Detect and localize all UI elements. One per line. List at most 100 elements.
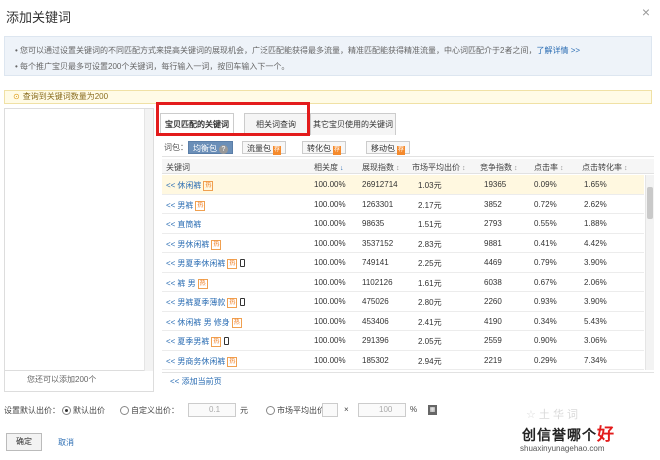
package-conversion[interactable]: 转化包荐 [302, 141, 347, 155]
keyword-cell[interactable]: << 休闲裤热 [166, 180, 214, 191]
tab-other-items-keywords[interactable]: 其它宝贝使用的关键词 [310, 113, 396, 135]
highlight-annotation [156, 102, 310, 136]
cell-bid: 2.17元 [418, 200, 442, 210]
keyword-cell[interactable]: << 男裤热 [166, 200, 206, 211]
cell-ctr: 0.29% [534, 355, 557, 365]
watermark-title: 创信誉哪个好 [522, 420, 615, 445]
package-mobile[interactable]: 移动包荐 [366, 141, 411, 155]
watermark-title-b: 好 [597, 425, 615, 445]
recommend-badge: 荐 [333, 146, 342, 155]
cell-imp: 475026 [362, 297, 389, 306]
cell-rel: 100.00% [314, 199, 346, 209]
cell-bid: 2.94元 [418, 356, 442, 366]
keyword-textarea[interactable] [5, 109, 153, 371]
hot-badge: 热 [231, 317, 242, 328]
yuan-unit: 元 [240, 406, 248, 415]
sort-icon[interactable]: ↕ [624, 165, 628, 172]
cell-ctr: 0.72% [534, 199, 557, 209]
add-keyword-icon[interactable]: << [166, 240, 175, 249]
market-bid-dropdown[interactable] [322, 403, 338, 417]
table-row[interactable]: << 男夏季休闲裤热 100.00% 749141 2.25元 4469 0.79% 3.90… [162, 253, 644, 273]
add-keyword-icon[interactable]: << [166, 337, 175, 346]
col-relevance-label: 相关度 [314, 163, 338, 172]
sort-icon[interactable]: ↕ [396, 165, 400, 172]
custom-bid-input[interactable]: 0.1 [188, 403, 236, 417]
cell-imp: 98635 [362, 219, 385, 228]
learn-more-link[interactable]: 了解详情 >> [536, 46, 580, 55]
sort-icon[interactable]: ↕ [462, 165, 466, 172]
table-row[interactable]: << 夏季男裤热 100.00% 291396 2.05元 2559 0.90% 3.06% [162, 331, 644, 351]
package-bar: 词包： 均衡包? 流量包荐 转化包荐 移动包荐 [162, 139, 654, 157]
percent-input[interactable]: 100 [358, 403, 406, 417]
cell-imp: 291396 [362, 336, 389, 345]
sort-icon[interactable]: ↕ [560, 165, 564, 172]
cell-cvr: 3.90% [584, 258, 607, 267]
col-ctr[interactable]: 点击率 ↕ [534, 162, 564, 173]
table-row[interactable]: << 男裤热 100.00% 1263301 2.17元 3852 0.72% 2.62% [162, 195, 644, 214]
close-icon[interactable]: × [642, 4, 650, 20]
grid-scrollbar[interactable] [645, 175, 654, 370]
cell-imp: 26912714 [362, 180, 398, 189]
cell-bid: 1.51元 [418, 220, 442, 229]
table-row[interactable]: << 休闲裤热 100.00% 26912714 1.03元 19365 0.09% 1.65… [162, 175, 644, 195]
add-keyword-icon[interactable]: << [166, 279, 175, 288]
add-keyword-icon[interactable]: << [166, 181, 175, 190]
cell-cvr: 4.42% [584, 238, 607, 248]
add-keyword-icon[interactable]: << [166, 298, 175, 307]
package-balanced[interactable]: 均衡包? [188, 141, 233, 154]
cell-comp: 19365 [484, 180, 507, 189]
table-row[interactable]: << 裤 男热 100.00% 1102126 1.61元 6038 0.67% 2.06% [162, 273, 644, 292]
add-current-page-link[interactable]: << 添加当前页 [170, 376, 222, 387]
package-conversion-label: 转化包 [307, 144, 331, 153]
add-keyword-icon[interactable]: << [166, 357, 175, 366]
grid-scroll-thumb[interactable] [647, 187, 653, 219]
keyword-textarea-scrollbar[interactable] [144, 109, 153, 371]
keyword-cell[interactable]: << 直筒裤 [166, 219, 201, 230]
radio-market-bid[interactable]: 市场平均出价 [266, 405, 325, 416]
keyword-cell[interactable]: << 男裤夏季薄款热 [166, 297, 246, 308]
cell-cvr: 1.88% [584, 219, 607, 228]
confirm-button[interactable]: 确定 [6, 433, 42, 451]
cell-rel: 100.00% [314, 238, 346, 248]
hot-badge: 热 [227, 259, 238, 269]
col-relevance[interactable]: 相关度 ↓ [314, 162, 344, 173]
sort-icon[interactable]: ↕ [514, 165, 518, 172]
keyword-cell[interactable]: << 男休闲裤热 [166, 239, 222, 250]
radio-custom-bid[interactable]: 自定义出价： [120, 405, 179, 416]
radio-icon[interactable] [120, 406, 129, 415]
sort-desc-icon[interactable]: ↓ [340, 165, 344, 172]
help-icon[interactable]: ? [219, 145, 228, 154]
table-row[interactable]: << 休闲裤 男 修身热 100.00% 453406 2.41元 4190 0.34% 5.… [162, 312, 644, 331]
keyword-cell[interactable]: << 男商务休闲裤热 [166, 356, 238, 367]
col-competition-label: 竞争指数 [480, 163, 512, 172]
keyword-cell[interactable]: << 男夏季休闲裤热 [166, 258, 246, 269]
add-keyword-icon[interactable]: << [166, 318, 175, 327]
col-market-bid[interactable]: 市场平均出价 ↕ [412, 162, 466, 173]
keyword-cell[interactable]: << 夏季男裤热 [166, 336, 230, 347]
col-impressions-label: 展现指数 [362, 163, 394, 172]
table-row[interactable]: << 男商务休闲裤热 100.00% 185302 2.94元 2219 0.29% 7.34… [162, 351, 644, 370]
add-keyword-icon[interactable]: << [166, 259, 175, 268]
add-keyword-icon[interactable]: << [166, 220, 175, 229]
radio-default-bid[interactable]: 默认出价 [62, 405, 105, 416]
warning-icon: ⊙ [13, 92, 20, 101]
keyword-cell[interactable]: << 休闲裤 男 修身热 [166, 317, 242, 328]
table-row[interactable]: << 男裤夏季薄款热 100.00% 475026 2.80元 2260 0.93% 3.90… [162, 292, 644, 312]
package-traffic[interactable]: 流量包荐 [242, 141, 287, 155]
info-line-1: 您可以通过设置关键词的不同匹配方式来提高关键词的展现机会，广泛匹配能获得最多流量… [20, 46, 537, 55]
table-row[interactable]: << 直筒裤 100.00% 98635 1.51元 2793 0.55% 1.88% [162, 214, 644, 234]
cell-bid: 1.03元 [418, 181, 442, 190]
table-row[interactable]: << 男休闲裤热 100.00% 3537152 2.83元 9881 0.41% 4.42% [162, 234, 644, 253]
cell-bid: 2.25元 [418, 259, 442, 268]
mobile-icon [240, 298, 246, 306]
cell-rel: 100.00% [314, 258, 346, 267]
keyword-cell[interactable]: << 裤 男热 [166, 278, 208, 289]
cancel-button[interactable]: 取消 [58, 437, 74, 448]
col-cvr[interactable]: 点击转化率 ↕ [582, 162, 628, 173]
add-keyword-icon[interactable]: << [166, 201, 175, 210]
radio-icon[interactable] [266, 406, 275, 415]
col-competition[interactable]: 竞争指数 ↕ [480, 162, 518, 173]
col-impressions[interactable]: 展现指数 ↕ [362, 162, 400, 173]
radio-checked-icon[interactable] [62, 406, 71, 415]
calculator-icon[interactable]: ▦ [428, 405, 437, 415]
